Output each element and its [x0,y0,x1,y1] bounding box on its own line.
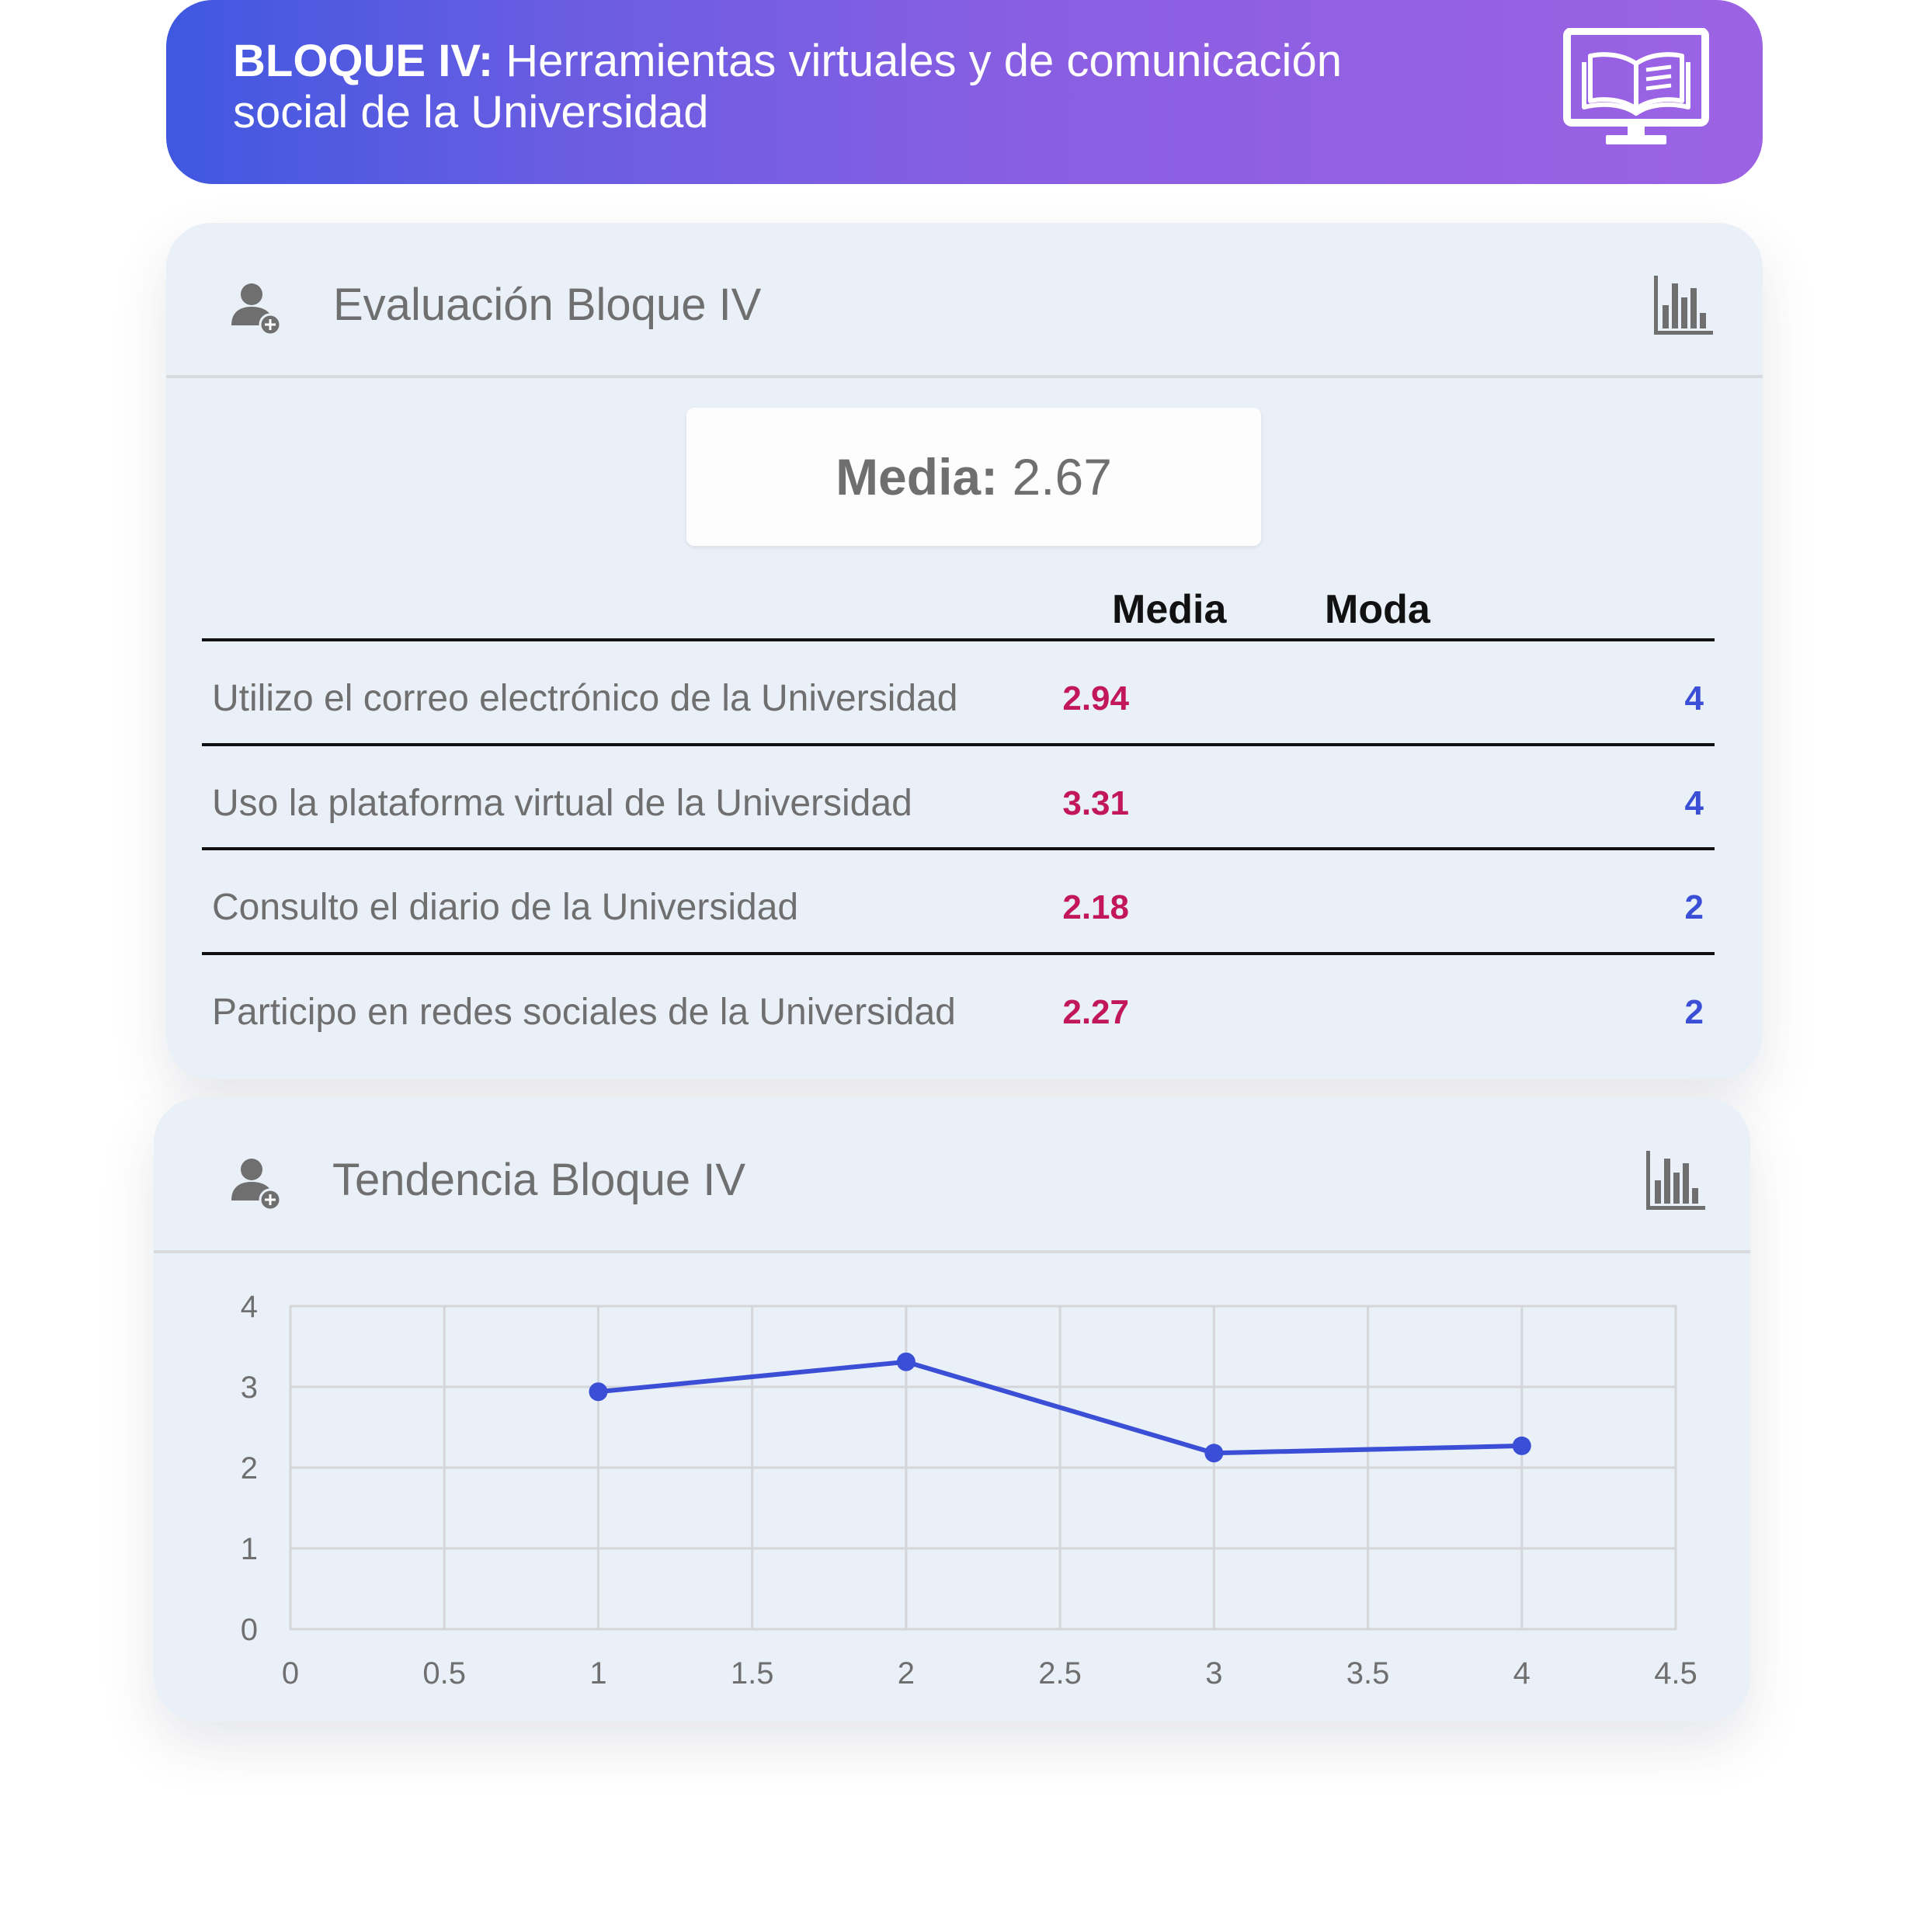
y-tick-label: 3 [241,1371,258,1405]
y-tick-label: 4 [241,1290,258,1324]
x-tick-label: 4.5 [1654,1656,1697,1690]
data-point [1512,1436,1531,1455]
data-point [1204,1444,1224,1463]
x-tick-label: 0 [282,1656,299,1690]
x-tick-label: 0.5 [422,1656,466,1690]
x-tick-label: 3.5 [1346,1656,1390,1690]
x-tick-label: 1 [589,1656,606,1690]
data-point [896,1352,916,1371]
x-tick-label: 4 [1513,1656,1531,1690]
y-tick-label: 1 [241,1532,258,1566]
x-tick-label: 1.5 [731,1656,774,1690]
x-tick-label: 2 [898,1656,915,1690]
trend-line-chart: 0 0.5 1 1.5 2 2.5 3 3.5 4 4.5 0 1 2 3 4 [241,1290,1697,1690]
y-tick-label: 0 [241,1613,258,1647]
data-point [589,1382,608,1402]
x-tick-label: 3 [1205,1656,1222,1690]
y-tick-label: 2 [241,1451,258,1485]
x-tick-label: 2.5 [1038,1656,1082,1690]
